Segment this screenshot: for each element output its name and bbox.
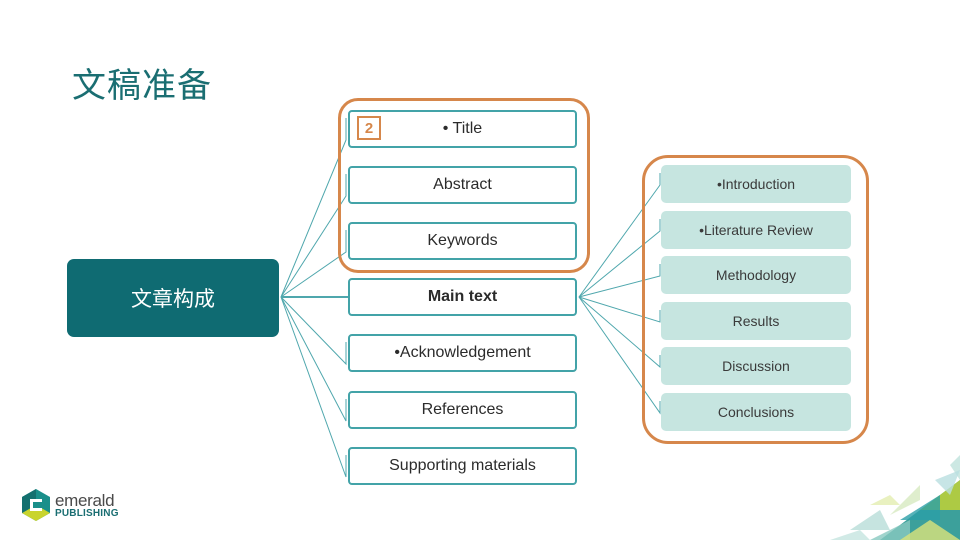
root-node-article-structure[interactable]: 文章构成 bbox=[67, 259, 279, 337]
node-conclusions[interactable]: Conclusions bbox=[661, 393, 851, 431]
node-label: •Literature Review bbox=[699, 222, 813, 238]
connector-line bbox=[280, 118, 347, 298]
node-label: •Introduction bbox=[716, 176, 796, 192]
connector-line bbox=[280, 230, 347, 298]
node-keywords[interactable]: Keywords bbox=[348, 222, 577, 260]
emerald-publishing-logo: emerald PUBLISHING bbox=[22, 489, 119, 521]
node-label: • Title bbox=[442, 120, 483, 137]
node-label: Supporting materials bbox=[389, 457, 536, 474]
node-title[interactable]: • Title bbox=[348, 110, 577, 148]
logo-subtitle: PUBLISHING bbox=[55, 507, 119, 519]
node-methodology[interactable]: Methodology bbox=[661, 256, 851, 294]
node-label: Discussion bbox=[722, 358, 790, 374]
node-abstract[interactable]: Abstract bbox=[348, 166, 577, 204]
connector-line bbox=[280, 296, 347, 366]
node-main-text[interactable]: Main text bbox=[348, 278, 577, 316]
logo-wordmark: emerald bbox=[55, 490, 115, 510]
node-label: Keywords bbox=[427, 232, 498, 249]
node-introduction[interactable]: •Introduction bbox=[661, 165, 851, 203]
connector-line bbox=[280, 296, 347, 478]
node-literature-review[interactable]: •Literature Review bbox=[661, 211, 851, 249]
node-acknowledgement[interactable]: •Acknowledgement bbox=[348, 334, 577, 372]
root-node-label: 文章构成 bbox=[131, 287, 215, 311]
node-label: Abstract bbox=[433, 176, 492, 193]
node-label: Methodology bbox=[715, 267, 797, 283]
step-number-badge: 2 bbox=[357, 116, 381, 140]
node-discussion[interactable]: Discussion bbox=[661, 347, 851, 385]
node-label: References bbox=[421, 401, 504, 418]
node-label: Results bbox=[732, 313, 780, 329]
emerald-hexagon-icon bbox=[22, 489, 50, 521]
connector-line bbox=[280, 296, 347, 422]
node-references[interactable]: References bbox=[348, 391, 577, 429]
node-results[interactable]: Results bbox=[661, 302, 851, 340]
node-label: Main text bbox=[427, 288, 498, 305]
node-supporting-materials[interactable]: Supporting materials bbox=[348, 447, 577, 485]
node-label: Conclusions bbox=[717, 404, 795, 420]
node-label: •Acknowledgement bbox=[394, 344, 531, 361]
connector-line bbox=[280, 174, 347, 298]
decorative-triangle-pattern bbox=[830, 455, 960, 540]
